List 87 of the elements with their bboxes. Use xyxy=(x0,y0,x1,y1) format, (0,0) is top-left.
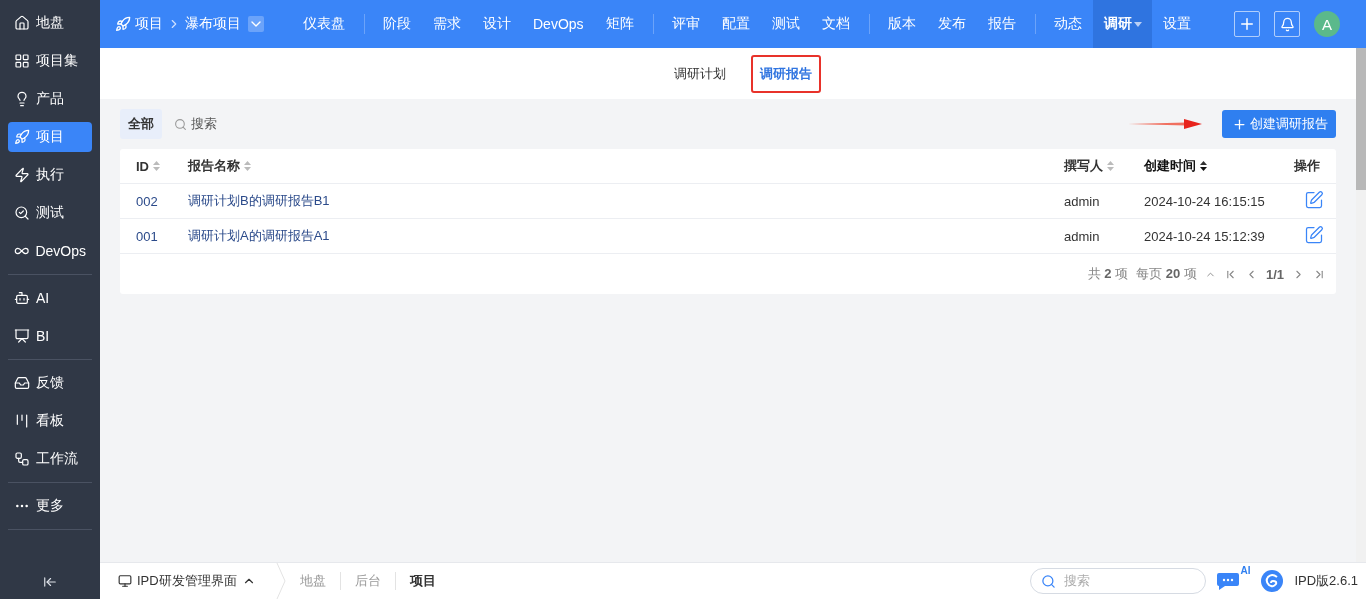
ai-label: AI xyxy=(1240,565,1251,576)
sub-tab[interactable]: 调研报告 xyxy=(751,54,821,93)
page-size-selector[interactable]: 每页 20 项 xyxy=(1136,265,1197,283)
table-cell: admin xyxy=(1064,228,1100,244)
search-link[interactable]: 搜索 xyxy=(174,115,217,133)
logo-icon xyxy=(1260,569,1285,593)
nav-tab[interactable]: 测试 xyxy=(760,0,811,48)
sidebar-item[interactable]: 测试 xyxy=(8,198,92,228)
nav-tab[interactable]: 报告 xyxy=(976,0,1027,48)
sidebar-item[interactable]: BI xyxy=(8,321,92,351)
rocket-icon xyxy=(14,129,30,145)
robot-icon xyxy=(14,290,30,306)
version-label: IPD版2.6.1 xyxy=(1294,572,1358,590)
search-icon xyxy=(14,205,30,221)
table-cell: 2024-10-24 15:12:39 xyxy=(1144,228,1265,244)
sidebar-item[interactable]: 执行 xyxy=(8,160,92,190)
bell-icon xyxy=(1279,16,1295,32)
total-count: 共 2 项 xyxy=(1087,265,1129,283)
lightning-icon xyxy=(14,167,30,183)
breadcrumb-link[interactable]: 项目 xyxy=(135,15,163,33)
nav-tab[interactable]: DevOps xyxy=(522,0,595,48)
search-icon xyxy=(174,117,187,131)
column-header[interactable]: 报告名称 xyxy=(188,157,252,175)
nav-tab[interactable]: 阶段 xyxy=(372,0,422,48)
table-cell: 001 xyxy=(136,228,158,244)
notification-button[interactable] xyxy=(1274,11,1300,37)
sidebar-item[interactable]: 工作流 xyxy=(8,444,92,474)
sub-tab[interactable]: 调研计划 xyxy=(665,54,735,93)
sidebar-item[interactable]: AI xyxy=(8,283,92,313)
workflow-icon xyxy=(14,451,30,467)
presentation-icon xyxy=(14,328,30,344)
column-header: 操作 xyxy=(1294,157,1320,175)
nav-tab[interactable]: 配置 xyxy=(710,0,761,48)
column-header[interactable]: ID xyxy=(136,158,161,174)
home-icon xyxy=(14,15,30,31)
sidebar-item[interactable]: 项目集 xyxy=(8,46,92,76)
nav-tab[interactable]: 矩阵 xyxy=(594,0,645,48)
sidebar-item[interactable]: DevOps xyxy=(8,236,92,266)
sort-icon[interactable] xyxy=(1199,160,1208,172)
report-link[interactable]: 调研计划B的调研报告B1 xyxy=(188,193,330,208)
scrollbar[interactable] xyxy=(1356,48,1366,562)
chat-bubble-icon[interactable] xyxy=(1216,571,1241,591)
page-number: 1/1 xyxy=(1265,266,1284,282)
sidebar-item[interactable]: 项目 xyxy=(8,122,92,152)
nav-tab[interactable]: 评审 xyxy=(660,0,711,48)
kanban-icon xyxy=(14,413,30,429)
table-cell: 002 xyxy=(136,193,158,209)
nav-tab[interactable]: 版本 xyxy=(876,0,927,48)
sidebar-item[interactable]: 看板 xyxy=(8,406,92,436)
nav-tab[interactable]: 动态 xyxy=(1042,0,1093,48)
footer-crumb[interactable]: 地盘 xyxy=(285,572,340,590)
dropdown-button[interactable] xyxy=(248,16,264,32)
report-link[interactable]: 调研计划A的调研报告A1 xyxy=(188,228,330,243)
nav-tab[interactable]: 需求 xyxy=(422,0,472,48)
nav-tab[interactable]: 设置 xyxy=(1151,0,1202,48)
edit-icon[interactable] xyxy=(1304,189,1324,210)
add-button[interactable] xyxy=(1234,11,1260,37)
sidebar-item[interactable]: 反馈 xyxy=(8,368,92,398)
footer-crumb[interactable]: 项目 xyxy=(394,572,450,590)
plus-icon xyxy=(1238,15,1256,33)
nav-tab[interactable]: 调研 xyxy=(1092,0,1152,48)
lightbulb-icon xyxy=(14,91,30,107)
nav-tab[interactable]: 发布 xyxy=(926,0,977,48)
edit-icon[interactable] xyxy=(1304,224,1324,245)
sidebar-item[interactable]: 更多 xyxy=(8,491,92,521)
create-report-button[interactable]: 创建调研报告 xyxy=(1222,110,1336,138)
breadcrumb-current[interactable]: 瀑布项目 xyxy=(185,15,241,33)
table-cell: admin xyxy=(1064,193,1100,209)
inbox-icon xyxy=(14,375,30,391)
rocket-icon xyxy=(115,16,131,32)
filter-tab[interactable]: 全部 xyxy=(120,109,162,139)
column-header[interactable]: 撰写人 xyxy=(1064,157,1115,175)
nav-tab[interactable]: 设计 xyxy=(472,0,522,48)
nav-tab[interactable]: 仪表盘 xyxy=(292,0,356,48)
search-icon xyxy=(1041,573,1057,589)
table-cell: 2024-10-24 16:15:15 xyxy=(1144,193,1265,209)
plus-icon xyxy=(1232,116,1247,132)
sidebar-item[interactable]: 产品 xyxy=(8,84,92,114)
monitor-icon xyxy=(118,574,132,588)
column-header[interactable]: 创建时间 xyxy=(1144,157,1208,175)
sidebar-item[interactable]: 地盘 xyxy=(8,8,92,38)
collapse-icon[interactable] xyxy=(43,575,57,589)
user-avatar[interactable]: A xyxy=(1314,11,1340,37)
nav-tab[interactable]: 文档 xyxy=(810,0,861,48)
footer-crumb[interactable]: 后台 xyxy=(339,572,395,590)
grid-icon xyxy=(14,53,30,69)
app-switcher[interactable]: IPD研发管理界面 xyxy=(118,572,276,590)
